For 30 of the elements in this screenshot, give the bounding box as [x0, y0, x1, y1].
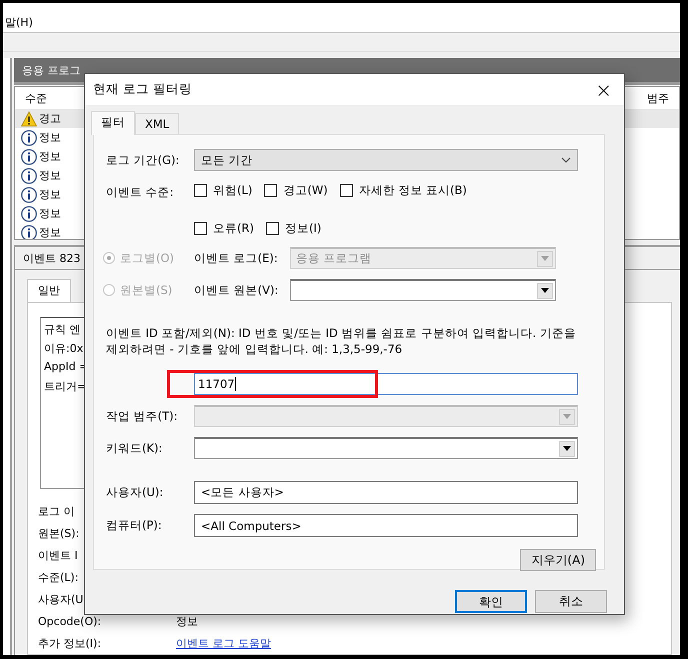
property-label: Opcode(O): [38, 614, 102, 628]
help-text: 이벤트 ID 포함/제외(N): ID 번호 및/또는 ID 범위를 쉼표로 구분하여 입력합니다. 기준을 제외하려면 - 기호를 앞에 입력합니다. 예: 1,3,5-99,-76 [106, 325, 577, 357]
field-label: 키워드(K): [106, 440, 164, 456]
description-line: 규칙 엔 [44, 322, 80, 338]
property-label: 사용자(U [38, 592, 84, 606]
level-text: 정보 [39, 130, 61, 145]
description-line: 트리거= [44, 379, 86, 395]
property-label: 수준(L): [38, 570, 78, 584]
level-text: 정보 [39, 187, 61, 202]
field-label: 작업 범주(T): [106, 408, 179, 424]
field-label: 이벤트 로그(E): [194, 250, 279, 266]
description-line: 이유:0x [44, 341, 84, 357]
level-text: 정보 [39, 206, 61, 221]
field-label: 사용자(U): [106, 485, 164, 500]
property-label: 로그 이 [38, 504, 74, 518]
field-label: 로그 기간(G): [106, 152, 180, 168]
pane-title: 응용 프로그 [22, 62, 80, 78]
level-text: 경고 [39, 111, 61, 126]
property-label: 원본(S): [38, 526, 80, 540]
field-label: 컴퓨터(P): [106, 518, 163, 533]
dialog-title: 현재 로그 필터링 [93, 81, 192, 98]
property-value: 정보 [176, 614, 198, 628]
level-text: 정보 [39, 225, 61, 239]
property-label: 이벤트 I [38, 548, 78, 562]
field-label: 이벤트 원본(V): [194, 282, 280, 298]
event-title: 이벤트 823 [23, 250, 80, 266]
level-text: 정보 [39, 168, 61, 183]
field-label: 이벤트 수준: [106, 184, 175, 200]
property-label: 추가 정보(I): [38, 636, 102, 650]
level-text: 정보 [39, 149, 61, 164]
